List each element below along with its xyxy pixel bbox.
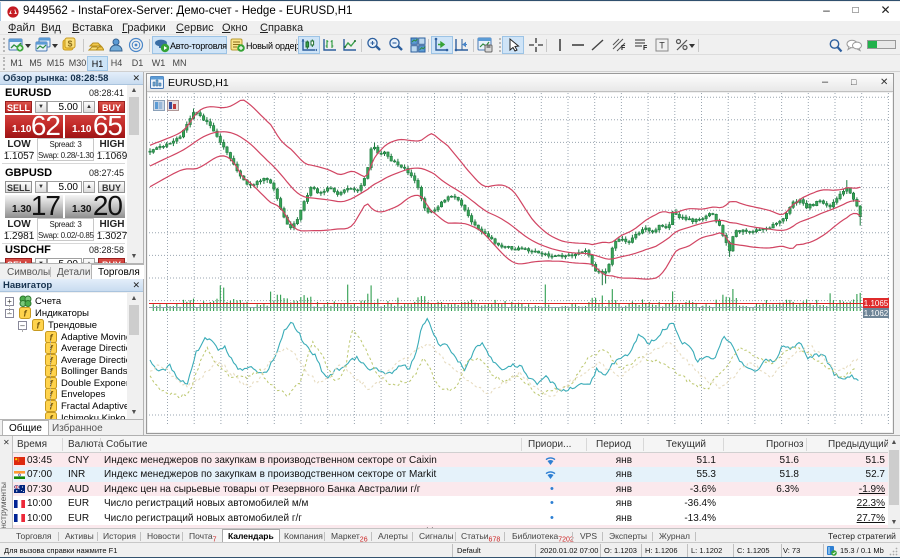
svg-text:F: F xyxy=(621,45,626,52)
svg-text:F: F xyxy=(643,45,648,52)
svg-text:1.1062: 1.1062 xyxy=(864,309,889,318)
svg-text:$: $ xyxy=(68,39,73,49)
svg-text:T: T xyxy=(659,41,665,51)
svg-text:1.1065: 1.1065 xyxy=(864,299,889,308)
